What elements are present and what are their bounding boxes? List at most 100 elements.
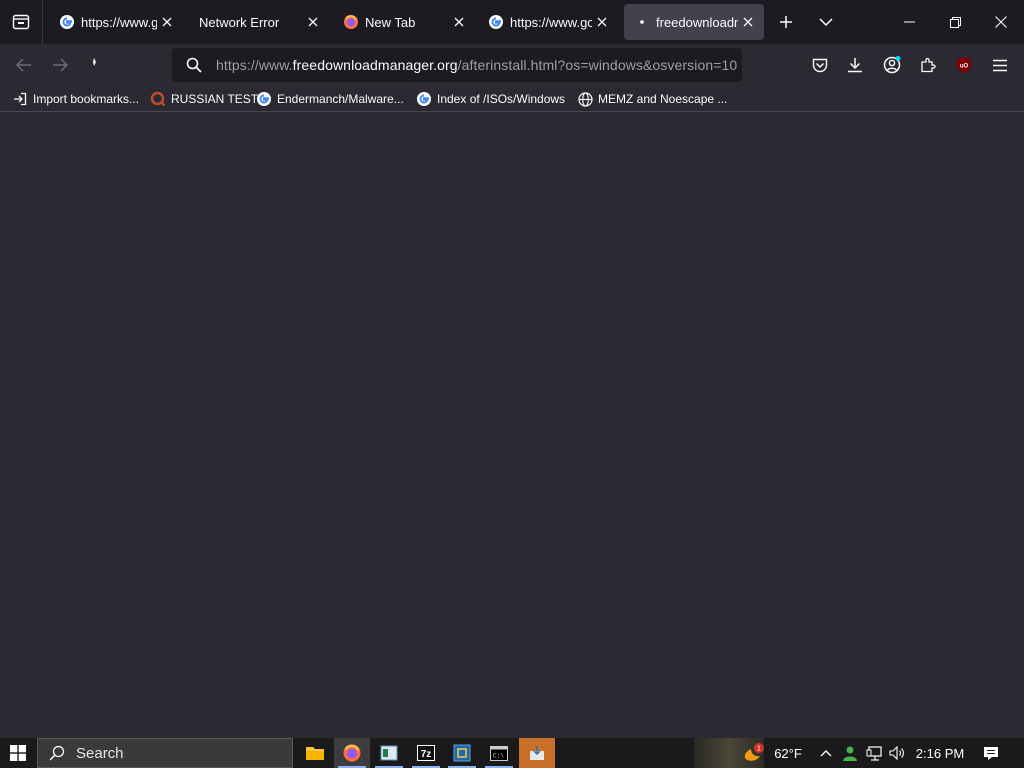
google-icon	[488, 14, 504, 30]
minimize-button[interactable]	[886, 0, 932, 44]
pocket-icon	[812, 58, 828, 72]
weather-button[interactable]: 1	[740, 738, 768, 768]
tab-freedownloadmanager[interactable]: freedownloadm	[624, 4, 764, 40]
minimize-icon	[903, 21, 915, 23]
cmd-icon: C:\	[490, 745, 508, 761]
start-button[interactable]	[0, 738, 36, 768]
bookmark-label: Endermanch/Malware...	[277, 92, 404, 106]
back-button[interactable]	[8, 49, 40, 81]
tray-user-button[interactable]	[839, 738, 861, 768]
search-icon	[38, 745, 76, 761]
firefox-icon	[343, 744, 361, 762]
ublock-origin-icon: uO	[957, 57, 971, 73]
menu-button[interactable]	[984, 49, 1016, 81]
bookmark-memz[interactable]: MEMZ and Noescape ...	[577, 89, 727, 109]
bookmark-russian-test[interactable]: RUSSIAN TEST	[150, 89, 258, 109]
google-icon	[59, 14, 75, 30]
action-center-button[interactable]	[978, 738, 1004, 768]
bookmark-isos-windows[interactable]: Index of /ISOs/Windows	[416, 89, 565, 109]
import-icon	[12, 91, 28, 107]
tab-google-2[interactable]: https://www.go	[478, 4, 618, 40]
taskbar-firefox[interactable]	[334, 738, 370, 768]
tab-title: New Tab	[365, 14, 416, 30]
close-icon[interactable]	[592, 12, 612, 32]
bookmark-endermanch[interactable]: Endermanch/Malware...	[256, 89, 404, 109]
account-button[interactable]	[876, 49, 908, 81]
bookmark-label: MEMZ and Noescape ...	[598, 92, 728, 106]
taskbar-7zip[interactable]: 7z	[408, 738, 444, 768]
url-bar[interactable]: https://www.freedownloadmanager.org/afte…	[172, 48, 742, 82]
restore-button[interactable]	[932, 0, 978, 44]
extensions-button[interactable]	[912, 49, 944, 81]
virtualbox-icon	[453, 744, 471, 762]
close-icon[interactable]	[449, 12, 469, 32]
windows-taskbar: Search 7z C:\ 1 62°F 2:16 PM	[0, 738, 1024, 768]
forward-button[interactable]	[44, 49, 76, 81]
taskbar-cmd[interactable]: C:\	[481, 738, 517, 768]
downloads-button[interactable]	[839, 49, 871, 81]
bookmark-label: Index of /ISOs/Windows	[437, 92, 566, 106]
reload-button[interactable]	[78, 46, 110, 78]
svg-text:C:\: C:\	[493, 752, 504, 759]
bookmarks-toolbar: Import bookmarks... RUSSIAN TEST Enderma…	[0, 86, 1024, 112]
firefox-view-button[interactable]	[0, 0, 43, 44]
back-arrow-icon	[16, 58, 31, 72]
tab-new-tab[interactable]: New Tab	[333, 4, 475, 40]
clock[interactable]: 2:16 PM	[912, 738, 968, 768]
close-icon[interactable]	[303, 12, 323, 32]
hamburger-menu-icon	[993, 59, 1007, 71]
taskbar-installer[interactable]	[519, 738, 555, 768]
volume-button[interactable]	[886, 738, 908, 768]
close-icon	[995, 16, 1007, 28]
list-all-tabs-button[interactable]	[810, 6, 842, 38]
weather-temperature[interactable]: 62°F	[770, 738, 806, 768]
chevron-down-icon	[819, 18, 833, 27]
close-icon[interactable]	[738, 12, 758, 32]
file-explorer-icon	[306, 747, 324, 760]
firefox-icon	[343, 14, 359, 30]
app-window-icon	[380, 745, 398, 761]
restore-icon	[949, 16, 961, 28]
tab-strip: https://www.go Network Error New Tab htt…	[0, 0, 1024, 44]
tab-google-1[interactable]: https://www.go	[49, 4, 183, 40]
search-icon	[172, 57, 216, 73]
loading-icon	[634, 14, 650, 30]
weather-badge: 1	[757, 746, 761, 753]
network-icon	[866, 745, 882, 761]
url-text[interactable]: https://www.freedownloadmanager.org/afte…	[216, 57, 737, 73]
taskbar-file-explorer[interactable]	[297, 738, 333, 768]
search-q-icon	[150, 91, 166, 107]
close-icon[interactable]	[157, 12, 177, 32]
tab-title: https://www.go	[81, 14, 157, 30]
firefox-view-icon	[12, 14, 30, 30]
bookmark-label: RUSSIAN TEST	[171, 92, 259, 106]
url-path: /afterinstall.html?os=windows&osversion=…	[457, 57, 738, 73]
taskbar-search-box[interactable]: Search	[37, 738, 293, 768]
bookmark-label: Import bookmarks...	[33, 92, 140, 106]
close-window-button[interactable]	[978, 0, 1024, 44]
plus-icon	[780, 16, 792, 28]
puzzle-icon	[921, 57, 936, 73]
bookmark-import[interactable]: Import bookmarks...	[12, 89, 139, 109]
windows-logo-icon	[10, 745, 26, 761]
taskbar-app-window[interactable]	[371, 738, 407, 768]
page-content[interactable]	[0, 113, 1024, 738]
network-button[interactable]	[863, 738, 885, 768]
google-icon	[256, 91, 272, 107]
taskbar-virtualbox[interactable]	[444, 738, 480, 768]
forward-arrow-icon	[53, 58, 68, 72]
google-icon	[416, 91, 432, 107]
svg-text:7z: 7z	[421, 749, 432, 760]
navigation-toolbar: https://www.freedownloadmanager.org/afte…	[0, 44, 1024, 86]
weather-moon-icon: 1	[744, 743, 764, 761]
download-icon	[848, 58, 862, 73]
account-icon	[883, 56, 901, 74]
ublock-origin-button[interactable]: uO	[948, 49, 980, 81]
svg-text:uO: uO	[960, 64, 969, 70]
new-tab-button[interactable]	[770, 6, 802, 38]
search-placeholder: Search	[76, 744, 124, 762]
tab-network-error[interactable]: Network Error	[189, 4, 329, 40]
pocket-button[interactable]	[804, 49, 836, 81]
show-hidden-icons-button[interactable]	[816, 738, 836, 768]
user-icon	[843, 746, 857, 761]
